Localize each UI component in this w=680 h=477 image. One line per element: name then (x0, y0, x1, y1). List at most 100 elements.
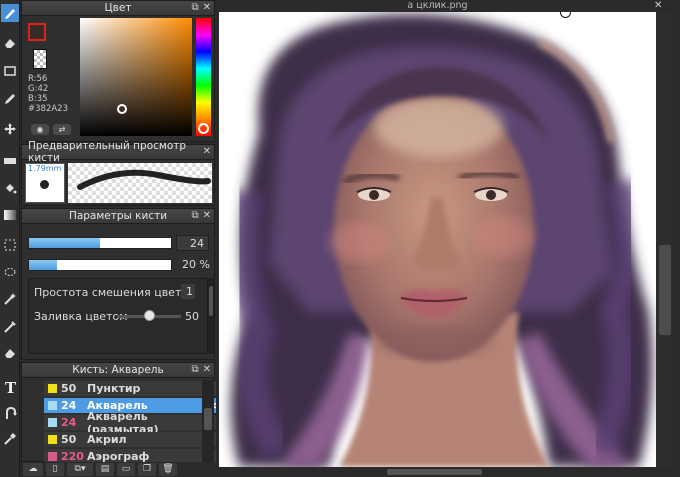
fill-icon[interactable] (1, 180, 19, 198)
panel-title-text: Цвет (104, 2, 132, 14)
brush-list: 50 Пунктир 24 Акварель ✲ 24 Акварель (ра… (22, 380, 216, 462)
panel-title-text: Предварительный просмотр кисти (28, 140, 187, 164)
eraser-icon[interactable] (1, 34, 19, 52)
brush-list-title: Кисть: Акварель ⧉ ✕ (22, 363, 214, 378)
move-icon[interactable] (1, 120, 19, 138)
color-values: R:56 G:42 B:35 #382A23 (28, 74, 68, 114)
pencil-icon[interactable] (1, 90, 19, 108)
panel-title-text: Кисть: Акварель (72, 364, 164, 376)
text-icon[interactable]: T (1, 378, 19, 396)
fill-label: Заливка цветом (34, 310, 128, 323)
close-document-icon[interactable]: ✕ (654, 0, 668, 12)
brush-color-swatch (48, 384, 57, 393)
brush-options-area: Простота смешения цветов 1 Заливка цвето… (28, 278, 208, 354)
smudge-icon[interactable] (1, 404, 19, 422)
brush-preview-panel: Предварительный просмотр кисти ✕ 1.79mm (21, 140, 215, 206)
brush-stroke-preview (68, 163, 212, 203)
popout-icon[interactable]: ⧉ (191, 210, 198, 221)
close-icon[interactable]: ✕ (203, 364, 211, 375)
brush-params-title: Параметры кисти ⧉ ✕ (22, 209, 214, 224)
popout-icon[interactable]: ⧉ (191, 364, 198, 375)
tool-bar: T (0, 0, 20, 477)
brush-item[interactable]: 24 Акварель (размытая) (44, 410, 216, 436)
blue-value: B:35 (28, 94, 48, 104)
brush-size: 220 (61, 450, 84, 462)
red-value: R:56 (28, 74, 48, 84)
close-icon[interactable]: ✕ (203, 2, 211, 13)
document-title: а цклик.png (219, 0, 656, 12)
fill-value: 50 (185, 310, 199, 323)
primary-color-swatch[interactable] (28, 23, 46, 41)
size-value-field[interactable]: 24 (176, 235, 209, 251)
brush-item[interactable]: 50 Пунктир (44, 381, 216, 396)
brush-tip-preview: 1.79mm (25, 163, 65, 203)
shape-icon[interactable] (1, 152, 19, 170)
brush-color-swatch (48, 401, 57, 410)
brush-color-swatch (48, 418, 57, 427)
fill-slider[interactable] (117, 310, 181, 321)
brush-size: 24 (61, 399, 77, 412)
brush-size: 50 (61, 433, 77, 446)
trash-icon[interactable]: 🗑 (159, 463, 177, 476)
canvas-horizontal-scrollbar[interactable] (219, 467, 657, 477)
brush-preview-title: Предварительный просмотр кисти ✕ (22, 140, 214, 164)
params-scrollbar[interactable] (208, 278, 214, 354)
brush-item[interactable]: 50 Акрил (44, 432, 216, 447)
document-icon[interactable]: ▤ (96, 463, 114, 476)
brush-name: Аэрограф (87, 450, 150, 462)
brush-icon[interactable] (1, 4, 19, 22)
brush-color-swatch (48, 435, 57, 444)
eyedropper-icon[interactable] (1, 430, 19, 448)
opacity-value: 20 % (182, 258, 210, 271)
brush-item[interactable]: 220 Аэрограф (44, 449, 216, 462)
color-picker-cursor[interactable] (117, 104, 127, 114)
cloud-upload-icon[interactable]: ☁ (23, 463, 43, 476)
brush-size: 24 (61, 416, 77, 429)
select-icon[interactable] (1, 236, 19, 254)
drawing-canvas[interactable] (219, 12, 656, 467)
opacity-slider[interactable] (28, 259, 172, 271)
close-icon[interactable]: ✕ (203, 210, 211, 221)
popout-icon[interactable]: ⧉ (191, 2, 198, 13)
close-icon[interactable]: ✕ (203, 146, 211, 157)
import-dropdown-icon[interactable]: ⧉▾ (67, 463, 93, 476)
saturation-value-picker[interactable] (80, 18, 192, 136)
hex-value: #382A23 (28, 104, 68, 114)
brush-params-panel: Параметры кисти ⧉ ✕ 24 20 % Простота смеш… (21, 208, 215, 360)
hue-cursor[interactable] (198, 123, 209, 134)
magic-wand-icon[interactable] (1, 290, 19, 308)
svg-text:T: T (5, 380, 17, 394)
size-slider[interactable] (28, 237, 172, 249)
rectangle-icon[interactable] (1, 62, 19, 80)
panel-title-text: Параметры кисти (68, 210, 168, 222)
bottom-bar: ☁ ▯ ⧉▾ ▤ ▭ ❐ 🗑 (21, 462, 215, 477)
canvas-vertical-scrollbar[interactable] (657, 12, 673, 467)
brush-size-label: 1.79mm (28, 164, 62, 173)
folder-icon[interactable]: ▭ (117, 463, 135, 476)
swap-colors-icon[interactable]: ⇄ (53, 124, 71, 135)
color-panel-title: Цвет ⧉ ✕ (22, 1, 214, 16)
secondary-color-swatch[interactable] (33, 49, 47, 69)
duplicate-icon[interactable]: ❐ (138, 463, 156, 476)
portrait-painting (219, 12, 656, 467)
green-value: G:42 (28, 84, 49, 94)
brush-size: 50 (61, 382, 77, 395)
stamp-icon[interactable] (1, 344, 19, 362)
blend-value[interactable]: 1 (181, 284, 195, 299)
palette-icon[interactable]: ◉ (31, 124, 49, 135)
brush-dot (40, 180, 49, 189)
lasso-icon[interactable] (1, 264, 19, 282)
blend-label: Простота смешения цветов (34, 286, 195, 299)
brush-name: Пунктир (87, 382, 141, 395)
app-window: T Цвет ⧉ ✕ R:56 G:42 B:35 #382A23 ◉ ⇄ Пр… (0, 0, 680, 477)
crop-icon[interactable] (1, 318, 19, 336)
fill-slider-handle[interactable] (144, 310, 155, 321)
new-brush-icon[interactable]: ▯ (46, 463, 64, 476)
color-panel: Цвет ⧉ ✕ R:56 G:42 B:35 #382A23 ◉ ⇄ (21, 0, 215, 142)
gradient-icon[interactable] (1, 206, 19, 224)
hue-slider[interactable] (196, 18, 211, 136)
brush-list-scrollbar[interactable] (202, 380, 214, 462)
brush-list-panel: Кисть: Акварель ⧉ ✕ 50 Пунктир 24 Акварел… (21, 362, 216, 462)
brush-name: Акрил (87, 433, 127, 446)
brush-color-swatch (48, 452, 57, 461)
